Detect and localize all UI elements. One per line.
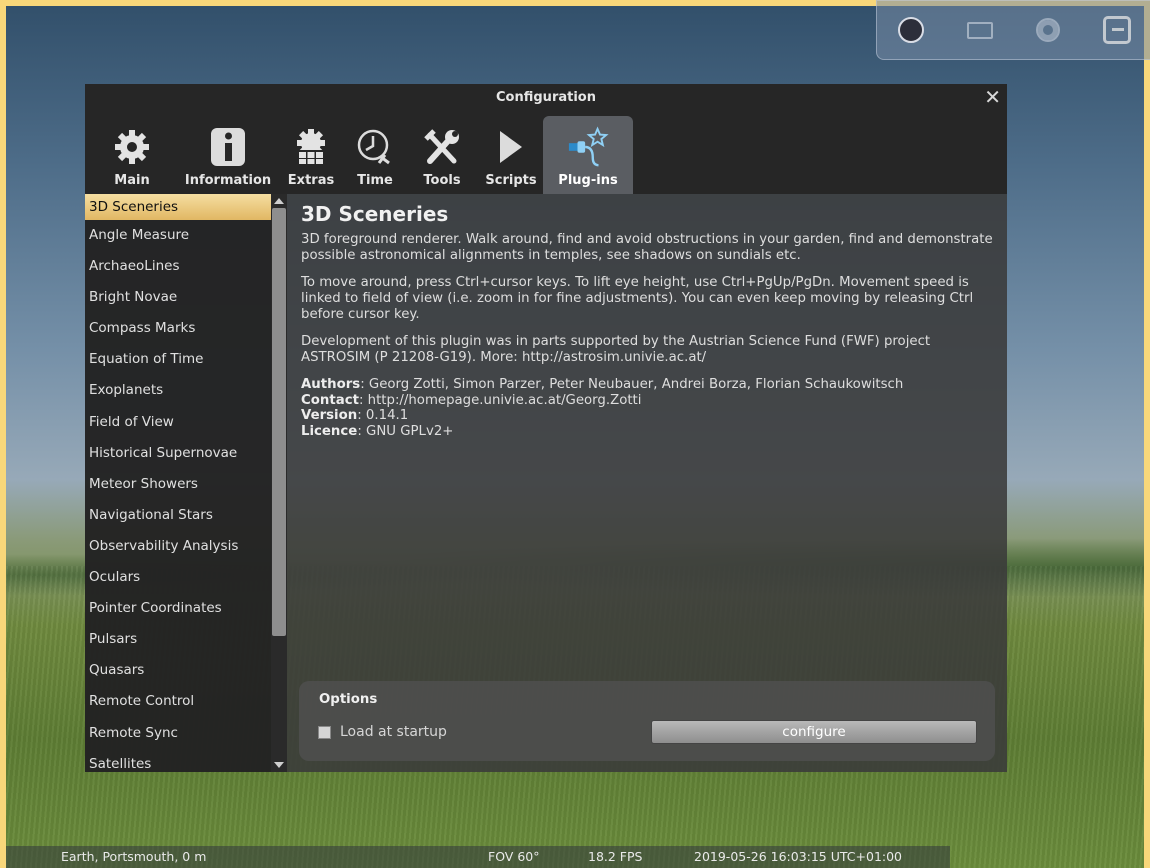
configuration-window: Configuration ✕ Main Information Extras (85, 84, 1007, 772)
version-value: : 0.14.1 (357, 408, 409, 423)
plugin-list-item[interactable]: Navigational Stars (85, 500, 271, 531)
plugin-list-item[interactable]: Pointer Coordinates (85, 593, 271, 624)
plugin-list-item[interactable]: Equation of Time (85, 344, 271, 375)
version-label: Version (301, 408, 358, 423)
tab-label: Plug-ins (558, 173, 618, 188)
top-toolbar (876, 0, 1150, 60)
plugin-list-item[interactable]: Remote Control (85, 686, 271, 717)
tab-label: Tools (423, 173, 461, 188)
status-bar: Earth, Portsmouth, 0 m FOV 60° 18.2 FPS … (6, 846, 950, 868)
authors-value: : Georg Zotti, Simon Parzer, Peter Neuba… (360, 377, 904, 392)
contact-value: : http://homepage.univie.ac.at/Georg.Zot… (358, 392, 642, 408)
plugin-list-item[interactable]: Oculars (85, 562, 271, 593)
plugin-list-item[interactable]: Remote Sync (85, 718, 271, 749)
tools-icon (421, 126, 463, 168)
plugin-list-item[interactable]: ArchaeoLines (85, 251, 271, 282)
tab-plugins[interactable]: Plug-ins (543, 116, 633, 194)
plugin-list-item[interactable]: Quasars (85, 655, 271, 686)
toolbar-button-target[interactable] (1033, 15, 1063, 45)
options-title: Options (319, 692, 378, 707)
licence-value: : GNU GPLv2+ (357, 423, 454, 439)
checkbox-box[interactable] (318, 725, 331, 739)
plugin-list-item[interactable]: Pulsars (85, 624, 271, 655)
tab-extras[interactable]: Extras (277, 116, 345, 194)
plugin-list-item[interactable]: Angle Measure (85, 220, 271, 251)
plugin-icon (567, 126, 609, 168)
contact-label: Contact (301, 392, 359, 408)
tab-bar: Main Information Extras Time Tools Scrip… (85, 111, 1007, 194)
plugin-list-item[interactable]: Field of View (85, 407, 271, 438)
clock-icon (354, 126, 396, 168)
window-titlebar[interactable]: Configuration ✕ (85, 84, 1007, 111)
fps-status: 18.2 FPS (588, 849, 643, 864)
tab-main[interactable]: Main (85, 116, 179, 194)
plugin-list-item[interactable]: Compass Marks (85, 313, 271, 344)
plugin-meta: Authors: Georg Zotti, Simon Parzer, Pete… (301, 377, 993, 439)
plugin-list-item[interactable]: Bright Novae (85, 282, 271, 313)
rectangle-icon (966, 21, 993, 39)
tab-scripts[interactable]: Scripts (479, 116, 543, 194)
play-icon (490, 126, 532, 168)
plugin-list: 3D Sceneries Angle Measure ArchaeoLines Bri… (85, 194, 271, 772)
extras-gear-icon (290, 126, 332, 168)
toolbar-button-rect[interactable] (965, 15, 995, 45)
authors-line: Authors: Georg Zotti, Simon Parzer, Pete… (301, 377, 993, 393)
plugin-list-item[interactable]: Exoplanets (85, 375, 271, 406)
scroll-down-icon[interactable] (274, 762, 284, 768)
plugin-list-scrollbar[interactable] (271, 194, 287, 772)
window-title: Configuration (496, 90, 596, 105)
tab-tools[interactable]: Tools (405, 116, 479, 194)
tab-label: Time (357, 173, 393, 188)
authors-label: Authors (301, 377, 361, 392)
plugin-list-item[interactable]: Satellites (85, 749, 271, 772)
options-panel: Options Load at startup configure (299, 681, 995, 761)
plugin-list-item[interactable]: Meteor Showers (85, 469, 271, 500)
contact-line: Contact: http://homepage.univie.ac.at/Ge… (301, 393, 993, 409)
plugin-title: 3D Sceneries (301, 202, 449, 226)
exit-icon (1102, 16, 1131, 44)
plugin-list-item[interactable]: Observability Analysis (85, 531, 271, 562)
plugin-list-item[interactable]: 3D Sceneries (85, 194, 271, 220)
licence-label: Licence (301, 423, 358, 439)
tab-label: Scripts (485, 173, 537, 188)
circle-icon (898, 17, 925, 43)
scroll-up-icon[interactable] (274, 198, 284, 204)
toolbar-button-circle[interactable] (896, 15, 926, 45)
close-button[interactable]: ✕ (984, 84, 1001, 110)
tab-label: Information (184, 173, 272, 188)
tab-label: Main (114, 173, 150, 188)
load-at-startup-label: Load at startup (340, 724, 447, 740)
description-paragraph: Development of this plugin was in parts … (301, 334, 931, 365)
toolbar-button-exit[interactable] (1102, 15, 1132, 45)
version-line: Version: 0.14.1 (301, 408, 993, 424)
load-at-startup-checkbox[interactable]: Load at startup (318, 724, 447, 740)
description-paragraph: 3D foreground renderer. Walk around, fin… (301, 232, 993, 263)
datetime-status: 2019-05-26 16:03:15 UTC+01:00 (694, 849, 903, 864)
gear-icon (111, 126, 153, 168)
info-icon (207, 126, 249, 168)
licence-line: Licence: GNU GPLv2+ (301, 424, 993, 440)
tab-information[interactable]: Information (179, 116, 277, 194)
configure-button[interactable]: configure (651, 720, 977, 744)
tab-label: Extras (287, 173, 335, 188)
description-paragraph: To move around, press Ctrl+cursor keys. … (301, 275, 974, 322)
tab-time[interactable]: Time (345, 116, 405, 194)
scrollbar-thumb[interactable] (272, 208, 286, 636)
plugin-list-item[interactable]: Historical Supernovae (85, 438, 271, 469)
plugin-description: 3D Sceneries 3D foreground renderer. Wal… (287, 194, 1007, 666)
target-icon (1036, 18, 1061, 42)
location-status: Earth, Portsmouth, 0 m (61, 849, 207, 864)
fov-status: FOV 60° (488, 849, 540, 864)
